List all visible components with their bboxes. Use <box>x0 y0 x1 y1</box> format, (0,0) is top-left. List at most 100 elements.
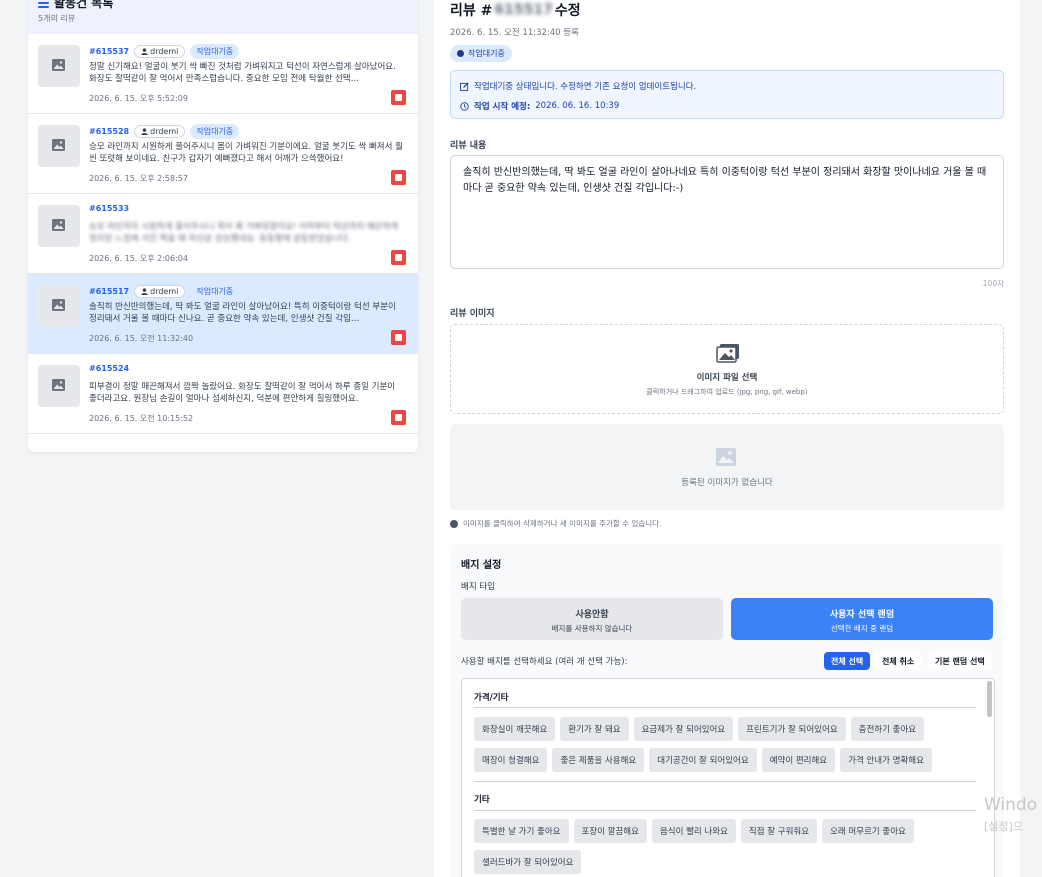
badge-type-random-title: 사용자 선택 랜덤 <box>829 610 895 620</box>
badge-chip[interactable]: 프린트기가 잘 되어있어요 <box>738 717 846 741</box>
image-hint: 이미지를 클릭하여 삭제하거나 새 이미지를 추가할 수 있습니다. <box>450 518 661 529</box>
upload-subtitle: 클릭하거나 드래그하여 업로드 (jpg, png, gif, webp) <box>646 388 808 396</box>
review-date: 2026. 6. 15. 오전 11:32:40 <box>89 334 194 343</box>
badge-chip[interactable]: 매장이 청결해요 <box>474 748 548 772</box>
review-list-header: 활동건 목록 5개의 리뷰 <box>28 0 418 34</box>
review-list-item[interactable]: #615528 drdemi 작업대기중 승모 라인까지 시원하게 풀어주시니 몸이 … <box>28 114 418 194</box>
review-id: #615517 <box>89 287 130 296</box>
user-icon <box>141 48 148 55</box>
review-list-panel: 활동건 목록 5개의 리뷰 #615537 drdemi 작업대기중 정말 신기해요!… <box>28 0 418 452</box>
badge-group-title: 기타 <box>474 795 490 805</box>
review-list-item[interactable]: #615533 승모 라인까지 시원하게 풀어주시니 목이 확 가벼워졌어요! 이… <box>28 194 418 274</box>
review-content-textarea[interactable]: 솔직히 반신반의했는데, 딱 봐도 얼굴 라인이 살아나네요 특히 이중턱이랑 … <box>450 155 1004 269</box>
delete-button[interactable] <box>391 330 406 345</box>
delete-button[interactable] <box>391 410 406 425</box>
badge-chip[interactable]: 음식이 빨리 나와요 <box>651 819 736 843</box>
review-list-item[interactable]: #615524 피부결이 정말 매끈해져서 깜짝 놀랐어요. 화장도 찰떡같이 잘… <box>28 354 418 434</box>
badge-chips-group-2: 특별한 날 가기 좋아요 포장이 깔끔해요 음식이 빨리 나와요 직접 잘 구워줘요 오… <box>474 819 978 874</box>
badge-list: 가격/기타 화장실이 깨끗해요 환기가 잘 돼요 요금제가 잘 되어있어요 프린트기가… <box>461 678 995 877</box>
review-editor: 리뷰 # 615517 수정 2026. 6. 15. 오전 11:32:40 … <box>434 0 1020 877</box>
review-date: 2026. 6. 15. 오전 10:15:52 <box>89 414 194 423</box>
image-icon <box>716 448 736 466</box>
author-name: drdemi <box>150 287 179 296</box>
badge-settings: 배지 설정 배지 타입 사용안함 배지를 사용하지 않습니다 사용자 선택 랜덤… <box>450 544 1004 877</box>
delete-button[interactable] <box>391 90 406 105</box>
info-line-1-text: 작업대기중 상태입니다. 수정하면 기존 요청이 업데이트됩니다. <box>474 82 697 92</box>
image-label: 리뷰 이미지 <box>450 309 495 319</box>
char-count: 100자 <box>982 279 1004 288</box>
image-icon <box>52 379 65 391</box>
badge-type-none-desc: 배지를 사용하지 않습니다 <box>551 624 633 633</box>
review-list-title-text: 활동건 목록 <box>54 0 114 10</box>
info-line-2: 작업 시작 예정: 2026. 06. 16. 10:39 <box>460 100 619 112</box>
edit-icon <box>460 81 469 91</box>
os-watermark-line-2: [설정]으 <box>984 820 1023 833</box>
badge-chip[interactable]: 샐러드바가 잘 되어있어요 <box>474 850 582 874</box>
review-meta: #615528 drdemi 작업대기중 <box>89 124 240 139</box>
review-list-item[interactable]: #615537 drdemi 작업대기중 정말 신기해요! 얼굴이 붓기 싹 빠진 것… <box>28 34 418 114</box>
no-image-placeholder: 등록된 이미지가 없습니다 <box>450 424 1004 510</box>
image-icon <box>52 219 65 231</box>
review-list-item[interactable]: #615517 drdemi 작업대기중솔직히 반신반의했는데, 딱 봐도 얼굴 라… <box>28 274 418 354</box>
editor-created-date: 2026. 6. 15. 오전 11:32:40 등록 <box>450 28 579 38</box>
badge-chip[interactable]: 예약이 편리해요 <box>761 748 836 772</box>
badge-chip[interactable]: 오래 머무르기 좋아요 <box>822 819 914 843</box>
image-icon <box>52 59 65 71</box>
delete-button[interactable] <box>391 170 406 185</box>
divider <box>474 810 976 811</box>
badge-type-none-button[interactable]: 사용안함 배지를 사용하지 않습니다 <box>461 598 723 640</box>
badge-chip[interactable]: 요금제가 잘 되어있어요 <box>633 717 734 741</box>
os-watermark-line-1: Windo <box>984 795 1038 815</box>
editor-title-prefix: 리뷰 # <box>450 3 493 19</box>
badge-chip[interactable]: 직접 잘 구워줘요 <box>740 819 818 843</box>
author-name: drdemi <box>150 47 179 56</box>
default-random-button[interactable]: 기본 랜덤 선택 <box>928 652 992 670</box>
delete-button[interactable] <box>391 250 406 265</box>
scrollbar[interactable] <box>987 681 992 717</box>
upload-title: 이미지 파일 선택 <box>696 373 758 383</box>
image-upload-dropzone[interactable]: 이미지 파일 선택 클릭하거나 드래그하여 업로드 (jpg, png, gif… <box>450 324 1004 414</box>
badge-settings-title: 배지 설정 <box>461 560 502 571</box>
review-date: 2026. 6. 15. 오후 2:06:04 <box>89 254 188 263</box>
start-date-value: 2026. 06. 16. 10:39 <box>535 101 620 111</box>
editor-title: 리뷰 # 615517 수정 <box>450 0 581 20</box>
badge-chip[interactable]: 대기공간이 잘 되어있어요 <box>649 748 757 772</box>
trash-icon <box>395 334 402 341</box>
user-icon <box>141 128 148 135</box>
review-id: #615524 <box>89 364 130 373</box>
image-icon <box>52 299 65 311</box>
review-text: 피부결이 정말 매끈해져서 깜짝 놀랐어요. 화장도 찰떡같이 잘 먹어서 하루… <box>89 382 396 404</box>
badge-type-none-title: 사용안함 <box>575 610 609 620</box>
review-meta: #615517 drdemi 작업대기중 <box>89 284 240 299</box>
images-icon <box>716 344 739 363</box>
badge-type-random-desc: 선택한 배지 중 랜덤 <box>830 624 894 633</box>
badge-type-random-button[interactable]: 사용자 선택 랜덤 선택한 배지 중 랜덤 <box>731 598 993 640</box>
badge-chip[interactable]: 가격 안내가 명확해요 <box>840 748 932 772</box>
author-chip: drdemi <box>134 45 186 58</box>
review-thumbnail <box>38 45 80 87</box>
badge-chip[interactable]: 화장실이 깨끗해요 <box>474 717 556 741</box>
deselect-all-button[interactable]: 전체 취소 <box>875 652 922 670</box>
status-tag: 작업대기중 <box>190 284 240 299</box>
status-badge: 작업대기중 <box>450 45 512 62</box>
review-id: #615528 <box>89 127 130 136</box>
trash-icon <box>395 94 402 101</box>
badge-chips-group-1: 화장실이 깨끗해요 환기가 잘 돼요 요금제가 잘 되어있어요 프린트기가 잘 되어있… <box>474 717 978 772</box>
badge-chip[interactable]: 포장이 깔끔해요 <box>573 819 647 843</box>
info-icon <box>450 519 458 528</box>
divider <box>474 781 976 782</box>
image-icon <box>52 139 65 151</box>
review-id: #615537 <box>89 47 130 56</box>
review-date: 2026. 6. 15. 오후 2:58:57 <box>89 174 188 183</box>
trash-icon <box>395 414 402 421</box>
select-all-button[interactable]: 전체 선택 <box>824 652 871 670</box>
no-image-text: 등록된 이미지가 없습니다 <box>681 478 773 488</box>
review-id: #615533 <box>89 204 130 213</box>
badge-chip[interactable]: 환기가 잘 돼요 <box>560 717 629 741</box>
badge-chip[interactable]: 특별한 날 가기 좋아요 <box>474 819 569 843</box>
badge-chip[interactable]: 좋은 제품을 사용해요 <box>552 748 645 772</box>
review-text: 솔직히 반신반의했는데, 딱 봐도 얼굴 라인이 살아났어요! 특히 이중턱이랑… <box>89 302 396 324</box>
badge-chip[interactable]: 충전하기 좋아요 <box>850 717 925 741</box>
trash-icon <box>395 254 402 261</box>
author-chip: drdemi <box>134 285 186 298</box>
